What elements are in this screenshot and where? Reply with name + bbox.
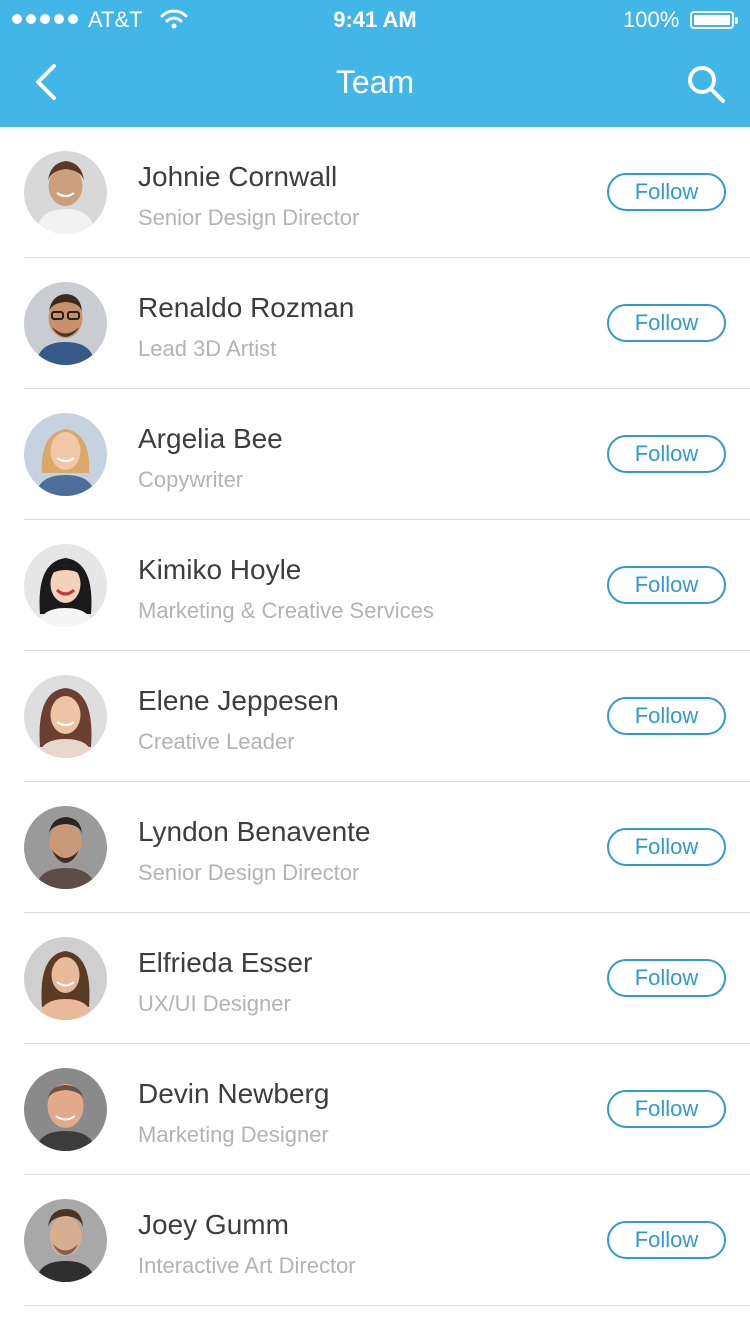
- team-list: Johnie Cornwall Senior Design Director F…: [0, 127, 750, 1306]
- member-name: Argelia Bee: [138, 423, 283, 454]
- follow-button[interactable]: Follow: [607, 304, 726, 342]
- avatar: [24, 806, 107, 889]
- member-role: Copywriter: [138, 467, 244, 492]
- member-role: Interactive Art Director: [138, 1253, 356, 1278]
- member-role: Senior Design Director: [138, 860, 360, 885]
- follow-button[interactable]: Follow: [607, 1221, 726, 1259]
- list-item[interactable]: Joey Gumm Interactive Art Director Follo…: [0, 1175, 750, 1306]
- divider: [24, 1305, 750, 1306]
- status-bar: AT&T 9:41 AM 100%: [0, 0, 750, 40]
- member-role: Marketing Designer: [138, 1122, 329, 1147]
- avatar: [24, 413, 107, 496]
- follow-button[interactable]: Follow: [607, 566, 726, 604]
- avatar: [24, 544, 107, 627]
- follow-button[interactable]: Follow: [607, 173, 726, 211]
- member-name: Joey Gumm: [138, 1209, 289, 1240]
- member-role: Lead 3D Artist: [138, 336, 277, 361]
- member-name: Elfrieda Esser: [138, 947, 313, 978]
- member-name: Johnie Cornwall: [138, 161, 338, 192]
- avatar: [24, 1199, 107, 1282]
- follow-button[interactable]: Follow: [607, 959, 726, 997]
- header-bar: AT&T 9:41 AM 100% Team: [0, 0, 750, 127]
- avatar: [24, 151, 107, 234]
- follow-button[interactable]: Follow: [607, 435, 726, 473]
- member-name: Devin Newberg: [138, 1078, 330, 1109]
- list-item[interactable]: Renaldo Rozman Lead 3D Artist Follow: [0, 258, 750, 389]
- follow-button[interactable]: Follow: [607, 1090, 726, 1128]
- member-role: Senior Design Director: [138, 205, 360, 230]
- member-name: Kimiko Hoyle: [138, 554, 302, 585]
- member-role: UX/UI Designer: [138, 991, 291, 1016]
- member-role: Marketing & Creative Services: [138, 598, 434, 623]
- list-item[interactable]: Devin Newberg Marketing Designer Follow: [0, 1044, 750, 1175]
- list-item[interactable]: Kimiko Hoyle Marketing & Creative Servic…: [0, 520, 750, 651]
- battery-percent: 100%: [623, 7, 680, 32]
- member-name: Renaldo Rozman: [138, 292, 355, 323]
- battery-icon: [690, 11, 738, 29]
- avatar: [24, 282, 107, 365]
- member-role: Creative Leader: [138, 729, 295, 754]
- avatar: [24, 675, 107, 758]
- search-icon[interactable]: [684, 62, 728, 106]
- list-item[interactable]: Johnie Cornwall Senior Design Director F…: [0, 127, 750, 258]
- avatar: [24, 1068, 107, 1151]
- list-item[interactable]: Lyndon Benavente Senior Design Director …: [0, 782, 750, 913]
- follow-button[interactable]: Follow: [607, 828, 726, 866]
- page-title: Team: [335, 64, 415, 100]
- member-name: Lyndon Benavente: [138, 816, 371, 847]
- list-item[interactable]: Elene Jeppesen Creative Leader Follow: [0, 651, 750, 782]
- member-name: Elene Jeppesen: [138, 685, 339, 716]
- list-item[interactable]: Elfrieda Esser UX/UI Designer Follow: [0, 913, 750, 1044]
- list-item[interactable]: Argelia Bee Copywriter Follow: [0, 389, 750, 520]
- avatar: [24, 937, 107, 1020]
- follow-button[interactable]: Follow: [607, 697, 726, 735]
